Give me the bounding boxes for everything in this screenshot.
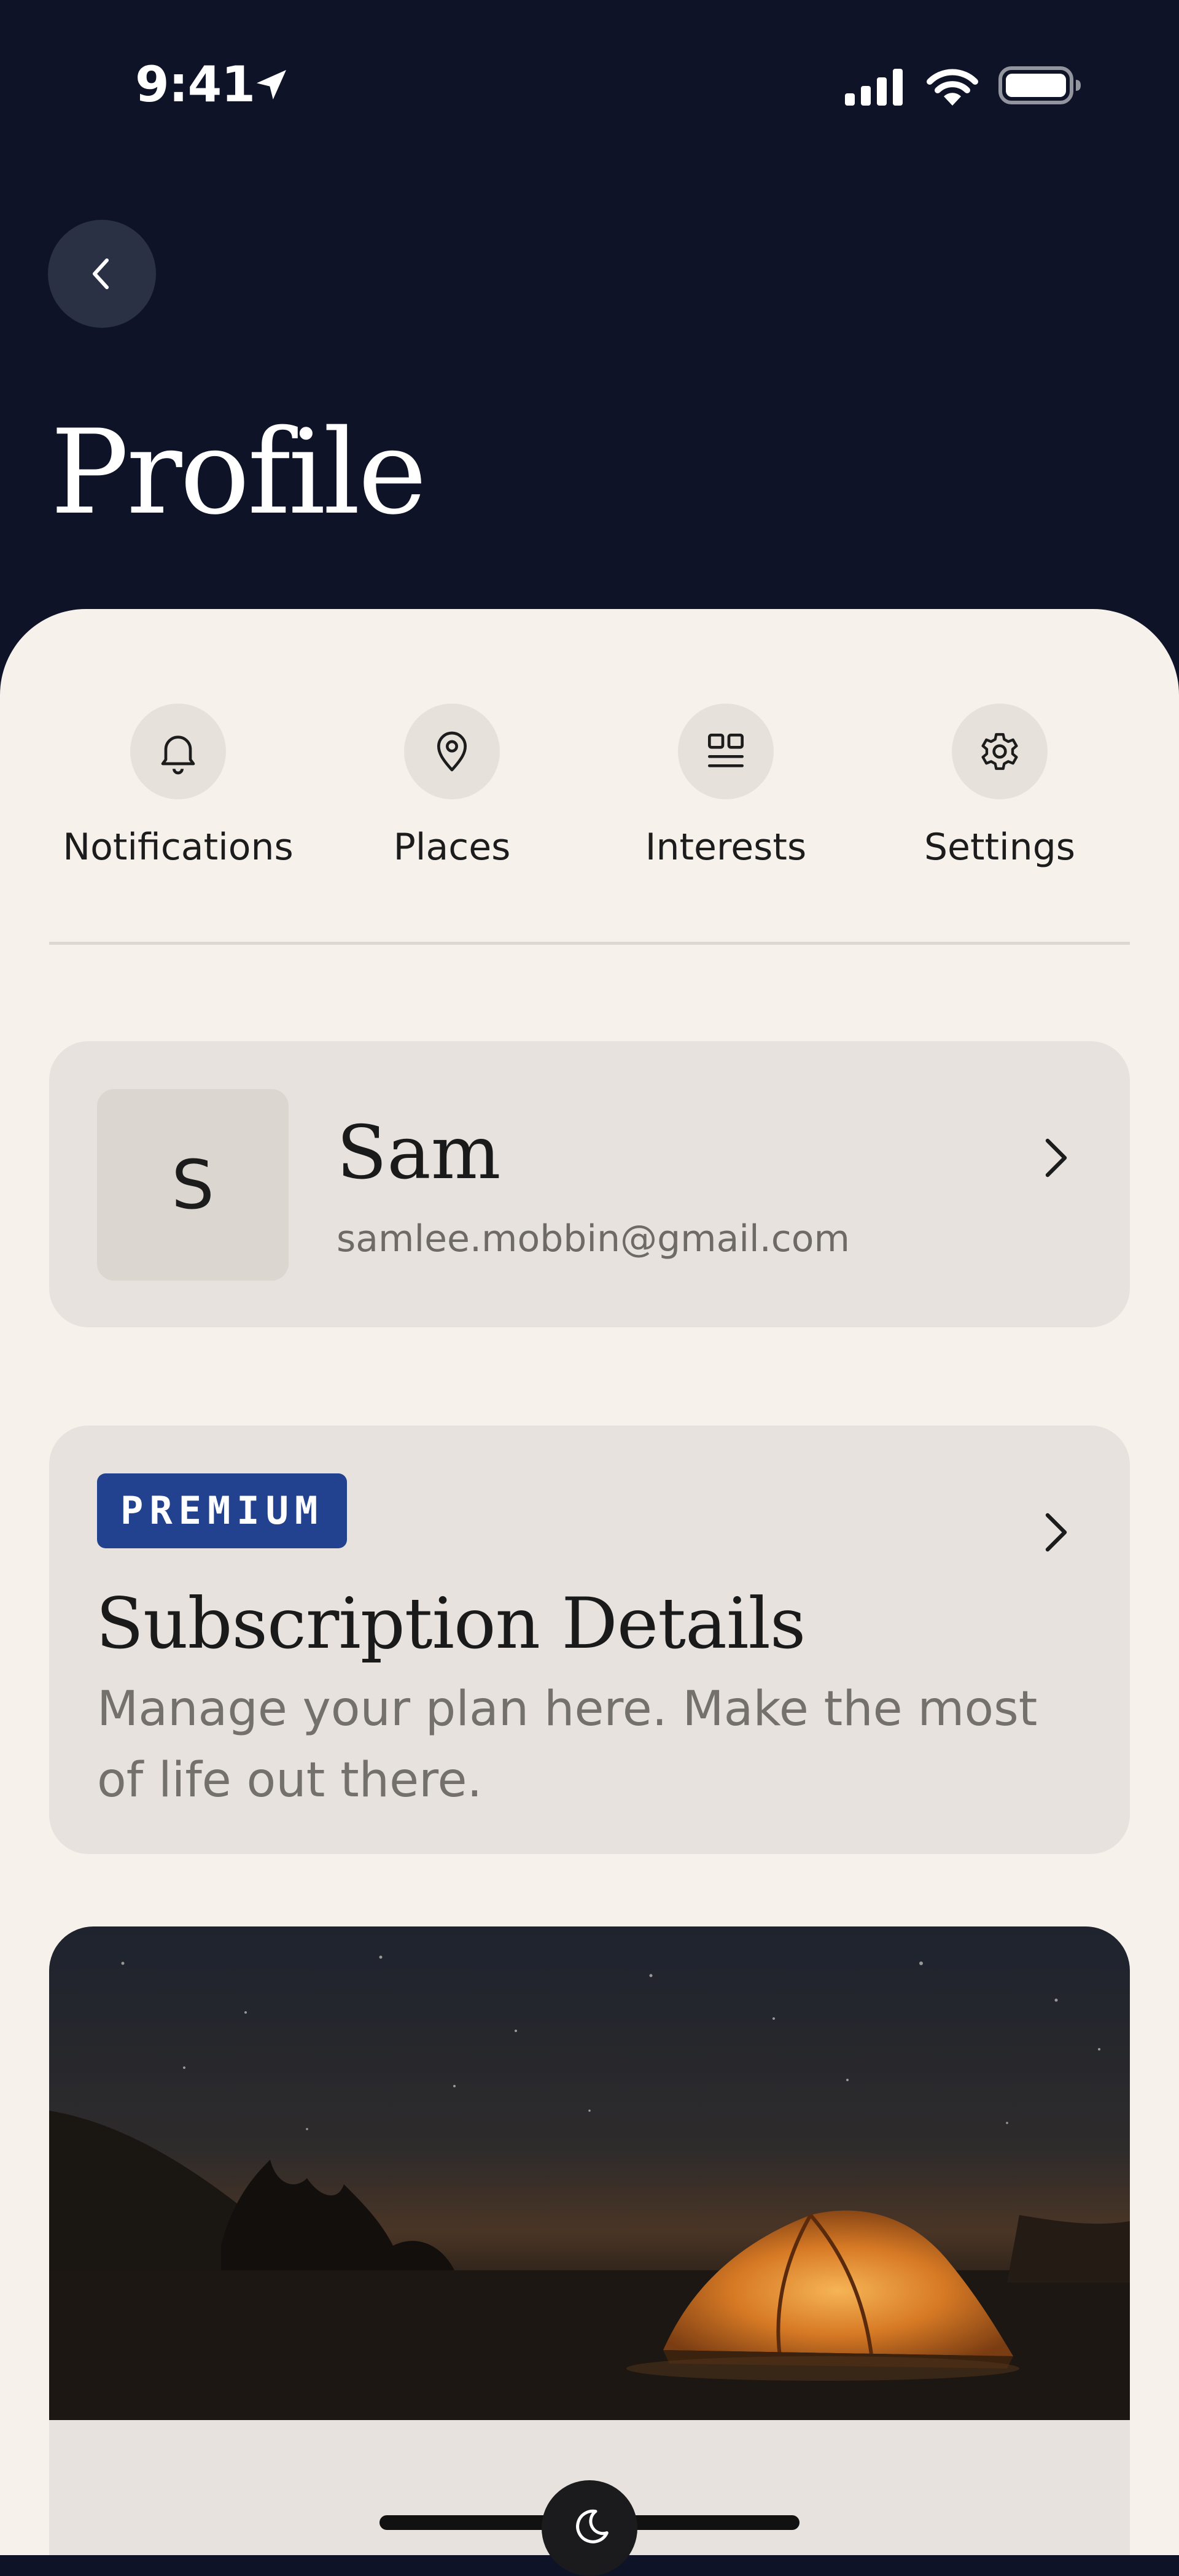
quick-nav: Notifications Places Interests Settings (0, 609, 1179, 941)
subscription-title: Subscription Details (96, 1583, 806, 1664)
quick-nav-notifications[interactable]: Notifications (43, 704, 313, 871)
bell-icon (161, 735, 195, 775)
quick-nav-places[interactable]: Places (317, 704, 587, 871)
premium-badge: PREMIUM (97, 1473, 348, 1548)
chevron-left-icon (93, 258, 109, 289)
subscription-description: Manage your plan here. Make the most of … (97, 1682, 1038, 1808)
gear-icon (981, 733, 1018, 770)
moon-icon (576, 2509, 609, 2543)
camping-tent-image (49, 1926, 1130, 2420)
notifications-icon-circle (130, 704, 226, 799)
theme-toggle-button[interactable] (542, 2480, 637, 2576)
cellular-signal-icon (845, 69, 903, 106)
quick-nav-label: Settings (924, 826, 1076, 869)
profile-card[interactable]: S Sam samlee.mobbin@gmail.com (49, 1041, 1130, 1327)
status-time: 9:41 (135, 56, 255, 113)
divider (49, 942, 1130, 945)
back-button[interactable] (48, 220, 156, 328)
content-sheet: Notifications Places Interests Settings … (0, 609, 1179, 2555)
promo-card[interactable] (49, 1926, 1130, 2555)
battery-icon (998, 66, 1081, 104)
page-title: Profile (50, 405, 427, 540)
quick-nav-label: Notifications (63, 826, 294, 869)
quick-nav-label: Interests (645, 826, 807, 869)
interests-grid-icon (708, 734, 744, 767)
wifi-icon (927, 69, 978, 106)
settings-icon-circle (952, 704, 1048, 799)
subscription-card[interactable]: PREMIUM Subscription Details Manage your… (49, 1426, 1130, 1854)
interests-icon-circle (678, 704, 774, 799)
chevron-right-icon (1045, 1138, 1067, 1177)
profile-email: samlee.mobbin@gmail.com (337, 1217, 850, 1260)
quick-nav-interests[interactable]: Interests (591, 704, 861, 871)
quick-nav-settings[interactable]: Settings (865, 704, 1135, 871)
chevron-right-icon (1045, 1513, 1067, 1552)
quick-nav-label: Places (393, 826, 511, 869)
status-bar: 9:41 (0, 0, 1179, 172)
profile-name: Sam (337, 1111, 501, 1196)
avatar: S (97, 1089, 289, 1281)
location-arrow-icon (257, 70, 286, 99)
map-pin-icon (437, 731, 467, 772)
places-icon-circle (404, 704, 500, 799)
